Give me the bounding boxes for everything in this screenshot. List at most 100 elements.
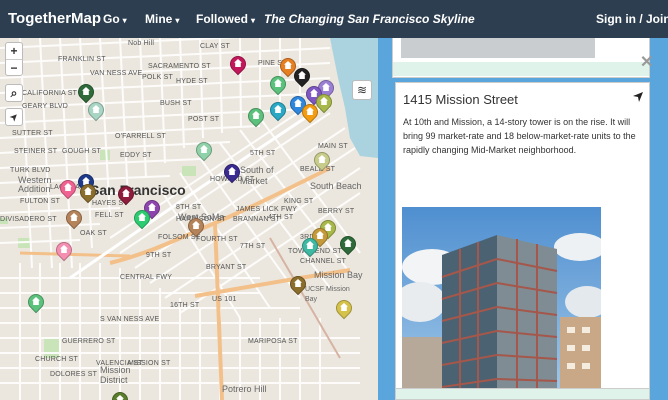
go-menu[interactable]: Go ▾ bbox=[103, 12, 127, 26]
map-pin-marker[interactable] bbox=[108, 388, 132, 400]
street-label: FELL ST bbox=[95, 212, 124, 219]
street-label: MARIPOSA ST bbox=[248, 338, 298, 345]
street-label: BERRY ST bbox=[318, 208, 355, 215]
map-pin-marker[interactable] bbox=[192, 138, 216, 162]
street-label: MAIN ST bbox=[318, 143, 348, 150]
building-photo bbox=[402, 207, 601, 400]
map-pin-marker[interactable] bbox=[130, 206, 154, 230]
street-label: BRYANT ST bbox=[206, 264, 247, 271]
previous-story-card[interactable] bbox=[392, 38, 650, 78]
story-panel: ✕ 1415 Mission Street At 10th and Missio… bbox=[378, 38, 668, 400]
map-pin-marker[interactable] bbox=[298, 234, 322, 258]
street-label: S VAN NESS AVE bbox=[100, 316, 160, 323]
followed-menu-label: Followed bbox=[196, 12, 248, 26]
street-label: BUSH ST bbox=[160, 100, 192, 107]
street-label: CLAY ST bbox=[200, 43, 230, 50]
area-label-south-beach: South Beach bbox=[310, 181, 362, 191]
zoom-in-button[interactable]: + bbox=[6, 43, 22, 59]
street-label: VAN NESS AVE bbox=[90, 70, 143, 77]
street-label: POLK ST bbox=[142, 74, 173, 81]
top-navbar: TogetherMap Go ▾ Mine ▾ Followed ▾ The Chan… bbox=[0, 0, 668, 38]
zoom-control: + − bbox=[5, 42, 23, 76]
map-pin-marker[interactable] bbox=[266, 98, 290, 122]
street-label: 4TH ST bbox=[268, 214, 294, 221]
map-pin-marker[interactable] bbox=[332, 296, 356, 320]
map-pin-marker[interactable] bbox=[184, 214, 208, 238]
map-pin-marker[interactable] bbox=[84, 98, 108, 122]
followed-menu[interactable]: Followed ▾ bbox=[196, 12, 255, 26]
street-label: EDDY ST bbox=[120, 152, 152, 159]
street-label: GUERRERO ST bbox=[62, 338, 116, 345]
navigate-arrow-icon[interactable] bbox=[632, 91, 644, 103]
street-label: DOLORES ST bbox=[50, 371, 98, 378]
chevron-down-icon: ▾ bbox=[251, 16, 256, 25]
current-map-title[interactable]: The Changing San Francisco Skyline bbox=[264, 12, 475, 26]
street-label: STEINER ST bbox=[14, 148, 58, 155]
locate-arrow-icon[interactable]: ➤ bbox=[3, 106, 26, 129]
street-label: Nob Hill bbox=[128, 40, 155, 47]
map-pin-marker[interactable] bbox=[74, 80, 98, 104]
street-label: O'FARRELL ST bbox=[115, 133, 166, 140]
street-label: 8TH ST bbox=[176, 204, 202, 211]
map-pin-marker[interactable] bbox=[310, 148, 334, 172]
search-control: ⌕ bbox=[5, 84, 23, 102]
previous-story-photo bbox=[401, 38, 595, 58]
map-pin-marker[interactable] bbox=[336, 232, 360, 256]
street-label: US 101 bbox=[212, 296, 237, 303]
city-label: San Francisco bbox=[90, 182, 186, 198]
street-label: GEARY BLVD bbox=[22, 103, 68, 110]
layers-icon[interactable]: ≋ bbox=[352, 80, 372, 100]
street-label: CALIFORNIA ST bbox=[22, 90, 78, 97]
mine-menu-label: Mine bbox=[145, 12, 173, 26]
map-pin-marker[interactable] bbox=[56, 176, 80, 200]
street-label: 7TH ST bbox=[240, 243, 266, 250]
story-description: At 10th and Mission, a 14-story tower is… bbox=[403, 117, 636, 155]
street-label: KING ST bbox=[284, 198, 314, 205]
map-pin-marker[interactable] bbox=[52, 238, 76, 262]
street-label: CENTRAL FWY bbox=[120, 274, 173, 281]
street-label: OAK ST bbox=[80, 230, 107, 237]
map-pin-marker[interactable] bbox=[290, 64, 314, 88]
map-pin-marker[interactable] bbox=[226, 52, 250, 76]
map-pin-marker[interactable] bbox=[62, 206, 86, 230]
street-label: 5TH ST bbox=[250, 150, 276, 157]
street-label: JAMES LICK FWY bbox=[236, 206, 298, 213]
area-label-potrero-hill: Potrero Hill bbox=[222, 384, 267, 394]
street-label: POST ST bbox=[188, 116, 220, 123]
map-pin-marker[interactable] bbox=[244, 104, 268, 128]
map-pin-marker[interactable] bbox=[24, 290, 48, 314]
story-title: 1415 Mission Street bbox=[403, 92, 518, 107]
area-label-mission-district: Mission District bbox=[100, 365, 131, 385]
map-pin-marker[interactable] bbox=[298, 100, 322, 124]
map-pin-marker[interactable] bbox=[76, 180, 100, 204]
street-label: SACRAMENTO ST bbox=[148, 63, 211, 70]
street-label: FRANKLIN ST bbox=[58, 56, 106, 63]
street-label: CHURCH ST bbox=[35, 356, 79, 363]
map-pin-marker[interactable] bbox=[286, 272, 310, 296]
zoom-out-button[interactable]: − bbox=[6, 59, 22, 75]
signin-link[interactable]: Sign in / Join bbox=[596, 12, 668, 26]
street-label: FULTON ST bbox=[20, 198, 61, 205]
mine-menu[interactable]: Mine ▾ bbox=[145, 12, 179, 26]
map-pin-marker[interactable] bbox=[266, 72, 290, 96]
locate-control: ➤ bbox=[5, 108, 23, 126]
street-label: SUTTER ST bbox=[12, 130, 53, 137]
chevron-down-icon: ▾ bbox=[175, 16, 180, 25]
street-label: DIVISADERO ST bbox=[0, 216, 57, 223]
street-label: HYDE ST bbox=[176, 78, 208, 85]
street-label: GOUGH ST bbox=[62, 148, 101, 155]
street-label: TURK BLVD bbox=[10, 167, 51, 174]
area-label-mission-bay: Mission Bay bbox=[314, 270, 363, 280]
go-menu-label: Go bbox=[103, 12, 120, 26]
map-pin-marker[interactable] bbox=[114, 182, 138, 206]
street-label: CHANNEL ST bbox=[300, 258, 347, 265]
close-icon[interactable]: ✕ bbox=[640, 52, 653, 72]
street-label: 9TH ST bbox=[146, 252, 172, 259]
map-pin-marker[interactable] bbox=[220, 160, 244, 184]
chevron-down-icon: ▾ bbox=[122, 16, 127, 25]
story-card: 1415 Mission Street At 10th and Mission,… bbox=[395, 82, 650, 400]
street-label: 16TH ST bbox=[170, 302, 200, 309]
search-icon[interactable]: ⌕ bbox=[6, 85, 22, 101]
brand-logo[interactable]: TogetherMap bbox=[8, 10, 101, 27]
next-story-card[interactable] bbox=[395, 388, 650, 400]
